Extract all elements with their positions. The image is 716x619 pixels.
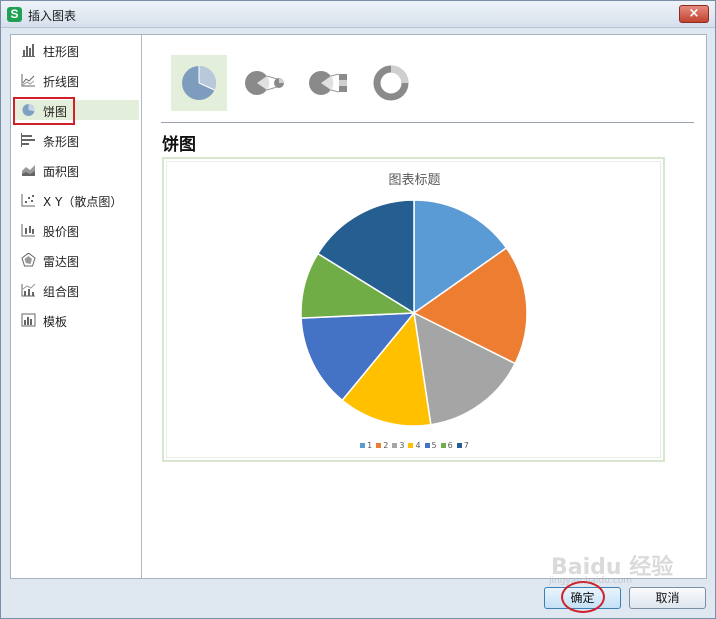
subtype-pie-of-pie-button[interactable] (235, 55, 291, 111)
sidebar-item-label: 模板 (43, 315, 68, 329)
legend-label: 1 (367, 441, 373, 450)
legend-item: 7 (456, 441, 469, 450)
pie-of-pie-subtype-icon (245, 71, 284, 95)
legend-item: 3 (392, 441, 404, 450)
sidebar-item-stock[interactable]: 股价图 (13, 220, 139, 240)
area-chart-icon (22, 165, 35, 176)
cancel-button[interactable]: 取消 (629, 587, 706, 609)
pie-chart (300, 199, 528, 427)
sidebar-item-label: 雷达图 (43, 255, 80, 269)
chart-preview[interactable]: 图表标题 1234567 (162, 157, 665, 462)
legend-item: 2 (376, 441, 388, 450)
chart-preview-canvas: 图表标题 1234567 (166, 161, 661, 458)
sidebar-item-label: 饼图 (43, 105, 68, 119)
subtype-bar-of-pie-button[interactable] (299, 55, 355, 111)
legend-swatch (392, 443, 398, 448)
ok-button[interactable]: 确定 (544, 587, 621, 609)
legend-swatch (440, 443, 446, 448)
title-bar: S 插入图表 × (1, 1, 715, 28)
sidebar-item-label: 股价图 (43, 225, 80, 239)
subtype-pie-button[interactable] (171, 55, 227, 111)
stock-chart-icon (21, 224, 35, 237)
legend-swatch (456, 443, 462, 448)
sidebar-item-pie[interactable]: 饼图 (13, 100, 139, 120)
combo-chart-icon (21, 283, 36, 297)
section-divider (161, 122, 694, 123)
sidebar-item-radar[interactable]: 雷达图 (13, 250, 139, 270)
dialog-content: 柱形图 折线图 饼图 条形图 面积图 X Y（散点图） 股价图 雷达图 组合图 … (10, 34, 707, 579)
legend-label: 5 (431, 441, 437, 450)
legend-label: 4 (415, 441, 421, 450)
sidebar-item-line[interactable]: 折线图 (13, 70, 139, 90)
radar-chart-icon (21, 253, 36, 267)
sidebar-item-area[interactable]: 面积图 (13, 160, 139, 180)
wps-spreadsheet-icon: S (7, 7, 22, 22)
legend-label: 2 (383, 441, 389, 450)
legend-label: 3 (399, 441, 405, 450)
legend-swatch (376, 443, 382, 448)
legend-swatch (424, 443, 430, 448)
doughnut-subtype-icon (373, 65, 409, 101)
sidebar-item-label: 组合图 (43, 285, 80, 299)
sidebar-item-label: 柱形图 (43, 45, 80, 59)
sidebar-item-label: 条形图 (43, 135, 80, 149)
column-chart-icon (22, 44, 35, 57)
sidebar-item-scatter[interactable]: X Y（散点图） (13, 190, 139, 210)
close-button[interactable]: × (679, 5, 709, 23)
chart-type-heading: 饼图 (162, 135, 196, 155)
subtype-doughnut-button[interactable] (363, 55, 419, 111)
template-icon (21, 313, 36, 327)
sidebar-item-label: 面积图 (43, 165, 80, 179)
legend-label: 6 (447, 441, 453, 450)
bar-chart-icon (21, 133, 35, 147)
bar-of-pie-subtype-icon (309, 71, 347, 95)
dialog-title: 插入图表 (28, 9, 77, 23)
chart-preview-area: 饼图 图表标题 1234567 (142, 35, 706, 578)
sidebar-item-bar[interactable]: 条形图 (13, 130, 139, 150)
pie-subtype-icon (182, 66, 217, 100)
line-chart-icon (21, 74, 35, 87)
sidebar-item-column[interactable]: 柱形图 (13, 40, 139, 60)
legend-item: 1 (360, 441, 372, 450)
chart-type-sidebar: 柱形图 折线图 饼图 条形图 面积图 X Y（散点图） 股价图 雷达图 组合图 … (11, 35, 142, 578)
legend-item: 6 (440, 441, 453, 450)
legend-swatch (360, 443, 366, 448)
legend-swatch (408, 443, 414, 448)
sidebar-item-label: X Y（散点图） (43, 195, 123, 209)
chart-legend: 1 2 3 4 5 6 7 (167, 441, 662, 450)
insert-chart-dialog: S 插入图表 × 柱形图 折线图 饼图 条形图 面积图 X Y（散点图） 股价图… (0, 0, 716, 619)
scatter-chart-icon (21, 194, 35, 207)
sidebar-item-combo[interactable]: 组合图 (13, 280, 139, 300)
sidebar-item-label: 折线图 (43, 75, 80, 89)
sidebar-item-template[interactable]: 模板 (13, 310, 139, 330)
legend-item: 4 (408, 441, 421, 450)
legend-label: 7 (463, 441, 469, 450)
legend-item: 5 (424, 441, 437, 450)
pie-chart-icon (22, 103, 35, 116)
